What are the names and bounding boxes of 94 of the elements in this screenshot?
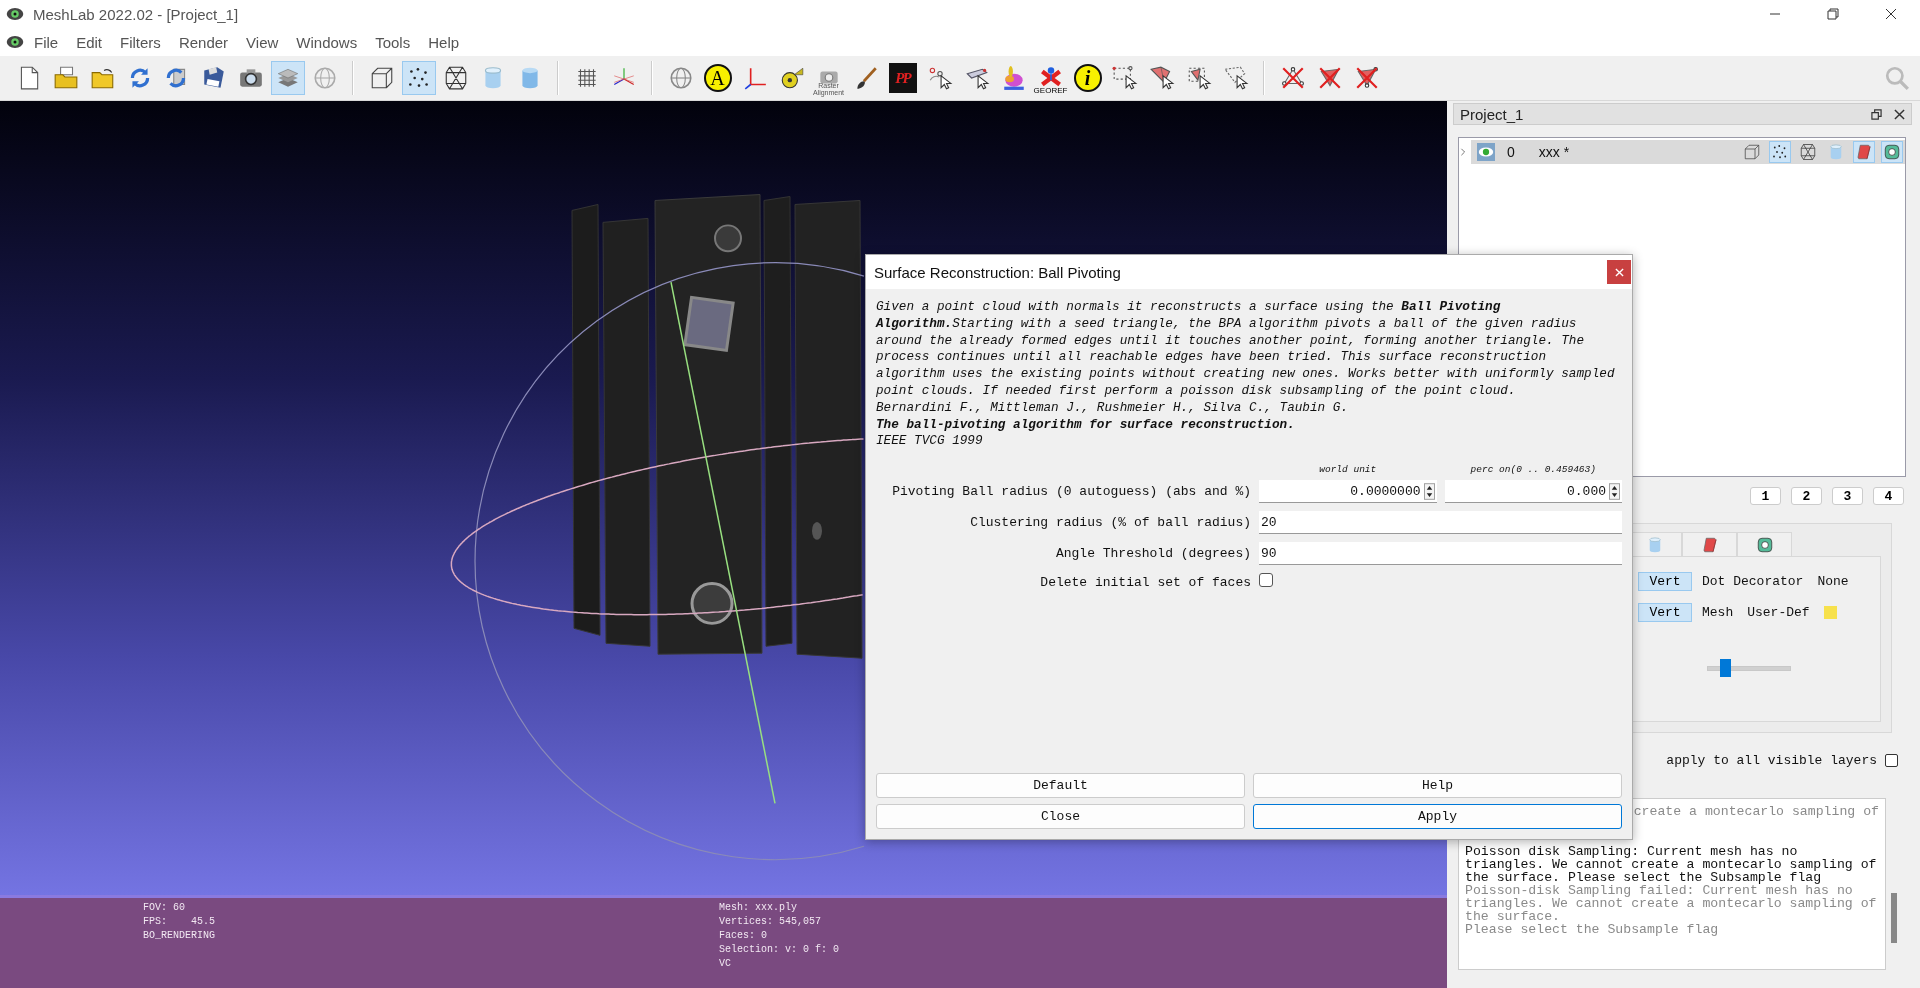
menu-item[interactable]: File — [25, 33, 68, 51]
float-icon[interactable] — [1871, 108, 1882, 120]
render-tab[interactable] — [1682, 532, 1737, 556]
description-text: The ball-pivoting algorithm for surface reconstruction. — [876, 416, 1296, 434]
cylinder-icon — [1827, 143, 1845, 161]
panel-title: Project_1 — [1460, 105, 1524, 123]
log-message: Poisson-disk Sampling failed: Current mesh has no triangles. We cannot create a montecarlo sampling of the surface. — [1465, 884, 1878, 923]
render-value: User-Def — [1747, 604, 1810, 620]
param-label: Delete initial set of faces — [1040, 574, 1251, 590]
render-label: Dot Decorator — [1702, 573, 1804, 589]
toolbar-button[interactable] — [401, 61, 436, 95]
view-button[interactable]: 4 — [1873, 487, 1904, 505]
window-title: MeshLab 2022.02 - [Project_1] — [33, 5, 239, 23]
close-icon — [1614, 267, 1624, 277]
menu-item[interactable]: Windows — [287, 33, 367, 51]
spin-box[interactable]: 0.0000000 — [1259, 480, 1437, 504]
eye-logo-icon — [5, 33, 25, 51]
dialog-title: Surface Reconstruction: Ball Pivoting — [874, 263, 1121, 281]
wireframe-icon — [1799, 143, 1817, 161]
info-text: Selection: v: 0 f: 0 — [719, 943, 841, 957]
dialog-button[interactable]: Close — [876, 804, 1245, 829]
apply-all-label: apply to all visible layers — [1666, 753, 1877, 768]
solid-box-icon — [1700, 535, 1719, 554]
unit-label: perc on(0 .. 0.459463) — [1470, 464, 1596, 476]
view-button[interactable]: 2 — [1791, 487, 1822, 505]
toolbar-button[interactable]: GEOREF — [1033, 61, 1068, 95]
solid-box-icon — [1855, 143, 1873, 161]
info-text: Mesh: xxx.ply — [719, 901, 798, 915]
info-text: Faces: 0 — [719, 929, 768, 943]
log-message: create a montecarlo sampling of — [1632, 805, 1879, 818]
eye-icon[interactable] — [1477, 143, 1495, 161]
info-text: FOV: 60 — [143, 901, 186, 915]
layer-name: xxx * — [1538, 144, 1570, 160]
render-mode-button[interactable] — [1853, 141, 1875, 163]
cursor-icon — [1148, 65, 1175, 91]
description-text: IEEE TVCG 1999 — [876, 433, 984, 451]
close-icon — [1885, 8, 1897, 20]
eye-logo-icon — [5, 5, 25, 23]
menu-item[interactable]: Help — [419, 33, 469, 51]
menu-item[interactable]: View — [237, 33, 288, 51]
description-text: Bernardini F., Mittleman J., Rushmeier H., Silva C., Taubin G. — [876, 399, 1350, 417]
log-message: Please select the Subsample flag — [1465, 923, 1720, 936]
mode-button[interactable]: Vert — [1638, 602, 1692, 622]
globe-icon — [667, 65, 694, 91]
info-text: FPS: 45.5 — [143, 915, 216, 929]
render-mode-button[interactable] — [1881, 141, 1903, 163]
input-field[interactable]: 20 — [1259, 511, 1622, 535]
checkbox[interactable] — [1885, 754, 1898, 767]
render-mode-button[interactable] — [1769, 141, 1791, 163]
layer-index: 0 — [1507, 144, 1515, 160]
info-text: Vertices: 545,057 — [719, 915, 823, 929]
input-field[interactable]: 90 — [1259, 542, 1622, 566]
cursor-icon — [1111, 65, 1138, 91]
info-text: VC — [719, 957, 732, 971]
dialog-button[interactable]: Help — [1253, 773, 1622, 798]
checkbox[interactable] — [1259, 573, 1273, 588]
restore-icon — [1827, 8, 1839, 20]
slider-thumb[interactable] — [1720, 659, 1732, 677]
render-label: Mesh — [1702, 604, 1734, 620]
globe-icon — [311, 65, 338, 91]
cube-icon — [1743, 143, 1761, 161]
toolbar-button[interactable]: A — [703, 64, 732, 92]
view-button[interactable]: 1 — [1750, 487, 1781, 505]
toolbar-button[interactable]: i — [1073, 64, 1102, 92]
toolbar-button[interactable]: PP — [888, 63, 917, 93]
render-value: None — [1817, 573, 1849, 589]
render-tab[interactable] — [1737, 532, 1792, 556]
close-icon[interactable] — [1894, 108, 1905, 120]
info-text: BO_RENDERING — [143, 929, 216, 943]
menu-item[interactable]: Edit — [67, 33, 112, 51]
spin-box[interactable]: 0.000 — [1444, 480, 1622, 504]
menu-item[interactable]: Filters — [111, 33, 170, 51]
param-label: Angle Threshold (degrees) — [1055, 546, 1251, 562]
menu-item[interactable]: Render — [169, 33, 238, 51]
delete-icon — [1279, 65, 1306, 91]
gear-icon — [1755, 535, 1774, 554]
close-button[interactable] — [1607, 260, 1631, 284]
view-button[interactable]: 3 — [1832, 487, 1863, 505]
folder-icon — [52, 65, 79, 91]
description-text: Given a point cloud with normals it reconstructs a surface using the Ball Pivoting Algorithm.Starting with a seed triangle, the BPA algorithm pivots a ball of the given radius around the already formed edges until it touches another point, forming another triangle. The process continues until all reachable edges have been tried. This surface reconstruction algorithm uses the existing points without creating new ones. Works better with uniformly sampled point clouds. If needed first perform a poisson disk subsampling of the point cloud. — [876, 299, 1616, 400]
menu-item[interactable]: Tools — [366, 33, 420, 51]
spin-arrows-icon[interactable] — [1423, 482, 1435, 500]
cursor-icon — [1222, 65, 1249, 91]
dialog-button[interactable]: Apply — [1253, 804, 1622, 829]
unit-label: world unit — [1319, 464, 1377, 476]
dialog-button[interactable]: Default — [876, 773, 1245, 798]
log-message: Poisson disk Sampling: Current mesh has no triangles. We cannot create a montecarlo sampling of the surface. Please select the Subsample flag — [1465, 845, 1878, 884]
spin-arrows-icon[interactable] — [1609, 482, 1620, 500]
points-icon — [1771, 143, 1789, 161]
color-swatch[interactable] — [1823, 605, 1837, 619]
mode-button[interactable]: Vert — [1638, 571, 1692, 591]
gear-icon — [1883, 143, 1901, 161]
param-label: Pivoting Ball radius (0 autoguess) (abs and %) — [892, 484, 1251, 502]
param-label: Clustering radius (% of ball radius) — [970, 515, 1251, 531]
